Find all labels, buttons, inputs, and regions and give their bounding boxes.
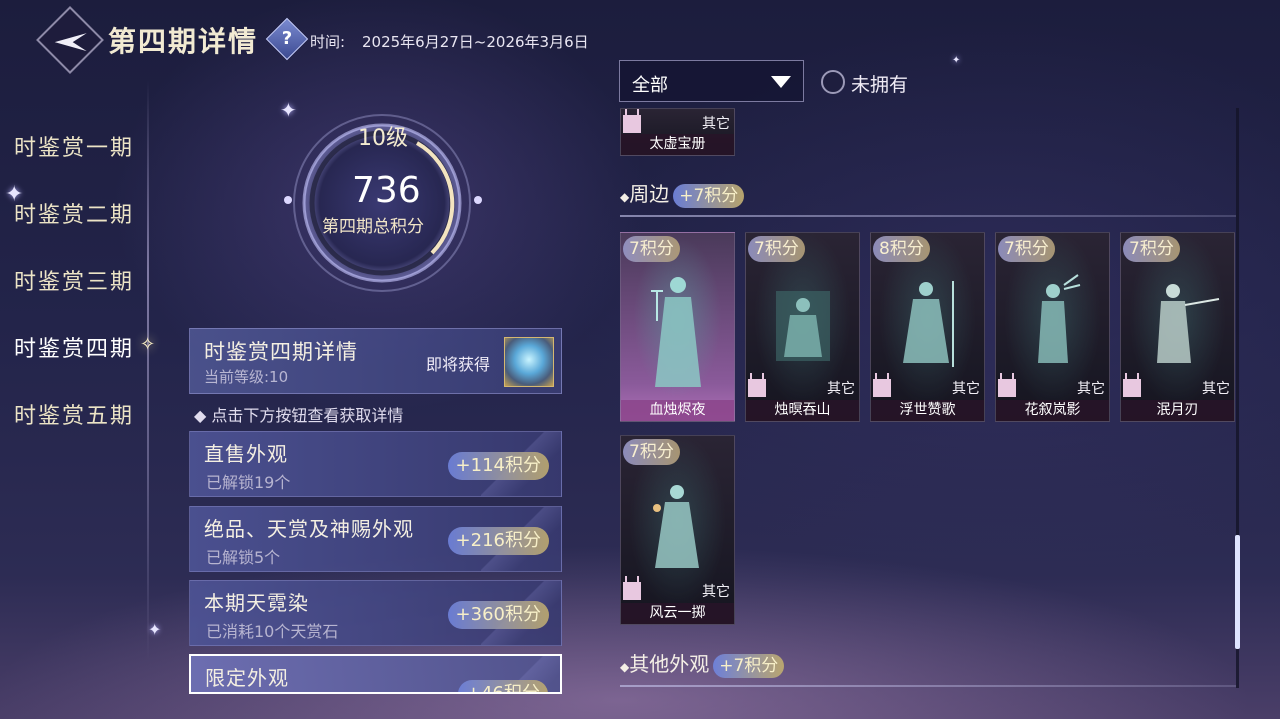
level-text: 10级: [358, 126, 408, 151]
upcoming-reward-label: 即将获得: [426, 355, 491, 374]
hint-text: ◆ 点击下方按钮查看获取详情: [194, 406, 404, 425]
category-points: +360积分: [447, 601, 549, 629]
category-points: +46积分: [458, 680, 548, 692]
character-figure-icon: [903, 281, 954, 367]
time-value: 2025年6月27日~2026年3月6日: [362, 33, 589, 51]
item-type: 其它: [827, 381, 855, 397]
item-card[interactable]: 其它 太虚宝册: [620, 108, 735, 156]
category-title: 绝品、天赏及神赐外观: [204, 517, 414, 541]
character-figure-icon: [651, 277, 701, 387]
item-card[interactable]: 7积分 其它 风云一掷: [620, 435, 735, 625]
item-type: 其它: [702, 116, 730, 132]
section-points: +7积分: [673, 184, 745, 208]
item-type: 其它: [702, 584, 730, 600]
time-label: 时间:: [310, 33, 346, 51]
section-header-merch: ◆周边 +7积分: [620, 178, 745, 208]
total-score-label: 第四期总积分: [322, 217, 424, 237]
item-name: 太虚宝册: [621, 134, 734, 155]
lock-icon: [623, 576, 641, 600]
category-dye[interactable]: 本期天霓染 已消耗10个天赏石 +360积分: [189, 580, 562, 646]
item-card[interactable]: 7积分 其它 泯月刃: [1120, 232, 1235, 422]
category-limited[interactable]: 限定外观 +46积分: [189, 654, 562, 694]
total-score: 736: [352, 170, 421, 211]
item-name: 浮世赞歌: [871, 400, 984, 421]
item-name: 烛暝吞山: [746, 400, 859, 421]
item-points-badge: 7积分: [1123, 236, 1180, 262]
item-name: 风云一掷: [621, 603, 734, 624]
chevron-down-icon: [771, 76, 791, 88]
category-premium[interactable]: 绝品、天赏及神赐外观 已解锁5个 +216积分: [189, 506, 562, 572]
item-points-badge: 8积分: [873, 236, 930, 262]
character-figure-icon: [1157, 284, 1220, 363]
reward-icon[interactable]: [504, 337, 554, 387]
section-points: +7积分: [713, 654, 785, 678]
category-sub: 已解锁5个: [206, 548, 281, 567]
period-detail-panel[interactable]: 时鉴赏四期详情 当前等级:10 即将获得: [189, 328, 562, 394]
item-card[interactable]: 7积分 其它 烛暝吞山: [745, 232, 860, 422]
item-type: 其它: [1202, 381, 1230, 397]
sidebar-item-period-4[interactable]: 时鉴赏四期: [14, 331, 134, 363]
category-direct-sale[interactable]: 直售外观 已解锁19个 +114积分: [189, 431, 562, 497]
sidebar-item-period-3[interactable]: 时鉴赏三期: [14, 264, 134, 296]
lock-icon: [1123, 373, 1141, 397]
sidebar-divider: [147, 80, 149, 660]
page-title: 第四期详情: [108, 25, 259, 58]
category-title: 限定外观: [205, 666, 289, 690]
item-type: 其它: [1077, 381, 1105, 397]
item-points-badge: 7积分: [623, 236, 680, 262]
sparkle-icon: ✦: [952, 55, 961, 66]
category-points: +216积分: [447, 527, 549, 555]
category-title: 本期天霓染: [204, 591, 309, 615]
back-button[interactable]: [36, 6, 104, 74]
category-sub: 已消耗10个天赏石: [206, 622, 339, 641]
character-figure-icon: [776, 291, 830, 361]
scrollbar-thumb[interactable]: [1235, 535, 1240, 649]
filter-dropdown[interactable]: 全部: [619, 60, 804, 102]
section-header-other: ◆其他外观 +7积分: [620, 648, 785, 678]
item-name: 血烛烬夜: [621, 400, 734, 421]
back-arrow-icon: [54, 33, 87, 52]
section-divider: [620, 215, 1236, 217]
header: 第四期详情 ? 时间: 2025年6月27日~2026年3月6日: [0, 0, 620, 80]
not-owned-label[interactable]: 未拥有: [851, 70, 908, 97]
item-type: 其它: [952, 381, 980, 397]
lock-icon: [748, 373, 766, 397]
not-owned-radio[interactable]: [821, 70, 845, 94]
category-points: +114积分: [447, 452, 549, 480]
sparkle-icon: ✦: [148, 620, 162, 639]
item-points-badge: 7积分: [748, 236, 805, 262]
item-points-badge: 7积分: [998, 236, 1055, 262]
item-points-badge: 7积分: [623, 439, 680, 465]
active-indicator-icon: ✧: [140, 334, 156, 355]
item-card[interactable]: 8积分 其它 浮世赞歌: [870, 232, 985, 422]
category-title: 直售外观: [204, 442, 288, 466]
lock-icon: [873, 373, 891, 397]
character-figure-icon: [1038, 274, 1081, 363]
current-level: 当前等级:10: [204, 368, 289, 386]
item-card[interactable]: 7积分 其它 花叙岚影: [995, 232, 1110, 422]
sidebar-item-period-2[interactable]: 时鉴赏二期: [14, 197, 134, 229]
sidebar-item-period-5[interactable]: 时鉴赏五期: [14, 398, 134, 430]
section-divider: [620, 685, 1236, 687]
lock-icon: [623, 109, 641, 133]
detail-title: 时鉴赏四期详情: [204, 340, 358, 364]
lock-icon: [998, 373, 1016, 397]
item-card[interactable]: 7积分 血烛烬夜: [620, 232, 735, 422]
item-name: 泯月刃: [1121, 400, 1234, 421]
sidebar-item-period-1[interactable]: 时鉴赏一期: [14, 130, 134, 162]
category-sub: 已解锁19个: [206, 473, 291, 492]
filter-value: 全部: [632, 75, 668, 96]
item-name: 花叙岚影: [996, 400, 1109, 421]
question-icon[interactable]: ?: [265, 17, 309, 61]
character-figure-icon: [653, 485, 699, 568]
